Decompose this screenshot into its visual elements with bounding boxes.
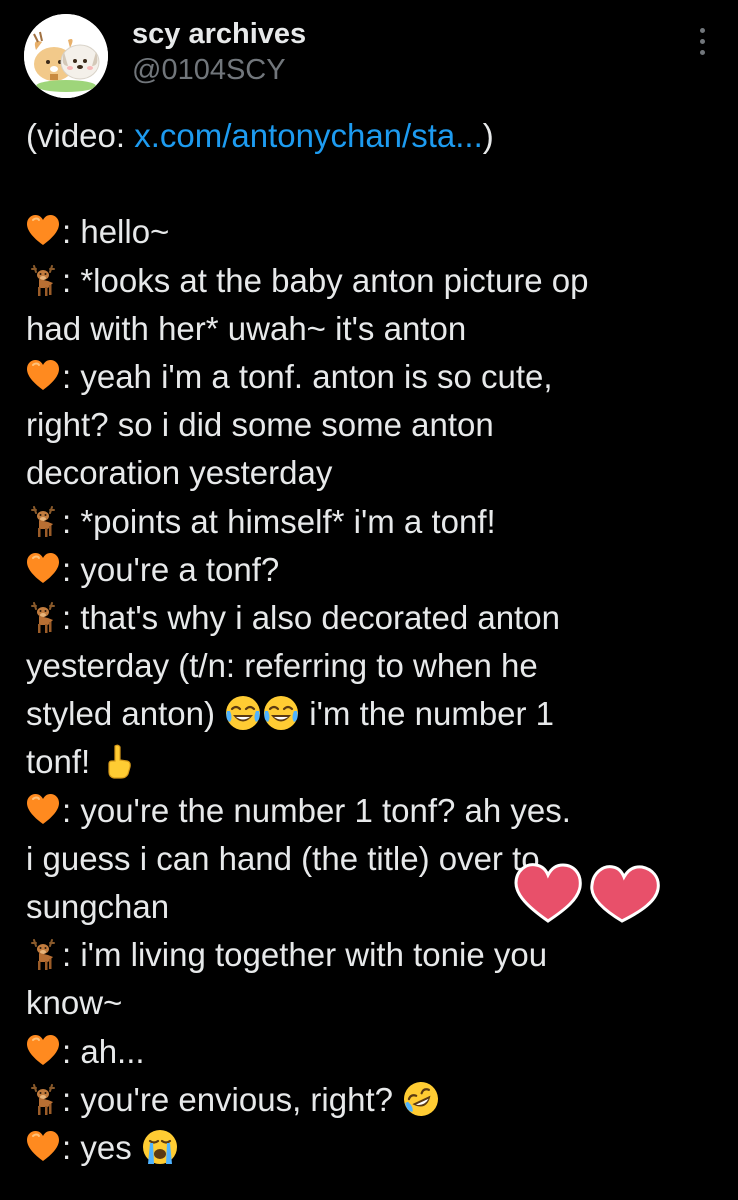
video-prefix: (video:: [26, 117, 135, 154]
deer-icon: [31, 939, 55, 972]
deer-icon: [31, 1083, 55, 1116]
line-text: right? so i did some some anton: [26, 406, 494, 444]
orange-heart-icon: [26, 1129, 60, 1162]
line-text: : you're envious, right?: [62, 1080, 403, 1118]
account-names[interactable]: scy archives @0104SCY: [132, 16, 306, 88]
orange-heart-icon: [26, 551, 60, 584]
dialogue-line: right? so i did some some anton: [26, 401, 716, 449]
dialogue-line: styled anton) i'm the number 1: [26, 690, 716, 738]
dialogue-line: had with her* uwah~ it's anton: [26, 305, 716, 353]
line-text: : yeah i'm a tonf. anton is so cute,: [62, 357, 553, 395]
tweet-header: scy archives @0104SCY: [24, 14, 714, 104]
line-text: : *looks at the baby anton picture op: [62, 261, 589, 299]
tweet-text: (video: x.com/antonychan/sta...) : hello…: [26, 112, 716, 1172]
tears-of-joy-icon: [225, 695, 262, 732]
line-text: had with her* uwah~ it's anton: [26, 309, 467, 347]
video-suffix: ): [482, 117, 494, 154]
rolling-on-floor-laughing-icon: [402, 1079, 441, 1118]
dialogue-line: : hello~: [26, 208, 716, 256]
video-line: (video: x.com/antonychan/sta...): [26, 112, 716, 160]
pink-hearts-sticker-icon: [514, 863, 660, 923]
orange-heart-icon: [26, 1033, 60, 1066]
line-text: : *points at himself* i'm a tonf!: [62, 502, 496, 540]
video-link[interactable]: x.com/antonychan/sta...: [134, 117, 483, 154]
line-text: yesterday (t/n: referring to when he: [26, 647, 538, 685]
deer-icon: [31, 505, 55, 538]
line-text: decoration yesterday: [26, 454, 333, 492]
deer-icon: [31, 601, 55, 634]
dialogue-line: : *points at himself* i'm a tonf!: [26, 498, 716, 546]
handle[interactable]: @0104SCY: [132, 52, 306, 88]
dialogue-line: yesterday (t/n: referring to when he: [26, 642, 716, 690]
line-text: : hello~: [62, 213, 170, 251]
deer-icon: [31, 264, 55, 297]
puppy-duo-avatar-icon: [24, 14, 108, 98]
dialogue-line: know~: [26, 979, 716, 1027]
line-text: : that's why i also decorated anton: [62, 598, 560, 636]
line-text: : i'm living together with tonie you: [62, 936, 548, 974]
dialogue-line: : yes: [26, 1124, 716, 1172]
dialogue-line: : that's why i also decorated anton: [26, 594, 716, 642]
more-vertical-icon[interactable]: [692, 28, 712, 62]
line-text: i guess i can hand (the title) over to: [26, 839, 540, 877]
dialogue-line: tonf!: [26, 738, 716, 786]
line-text: : you're the number 1 tonf? ah yes.: [62, 791, 571, 829]
dialogue-line: decoration yesterday: [26, 449, 716, 497]
index-pointing-up-icon: [108, 745, 132, 780]
line-text: styled anton): [26, 695, 225, 733]
loudly-crying-icon: [141, 1128, 178, 1166]
tears-of-joy-icon: [263, 695, 300, 732]
dialogue-line: : yeah i'm a tonf. anton is so cute,: [26, 353, 716, 401]
dialogue-line: : ah...: [26, 1028, 716, 1076]
orange-heart-icon: [26, 792, 60, 825]
line-text: tonf!: [26, 743, 100, 781]
orange-heart-icon: [26, 358, 60, 391]
line-text: : you're a tonf?: [62, 550, 280, 588]
display-name[interactable]: scy archives: [132, 16, 306, 52]
line-text: sungchan: [26, 888, 170, 925]
dialogue-line: : *looks at the baby anton picture op: [26, 257, 716, 305]
line-text: : yes: [62, 1128, 141, 1166]
line-text: i'm the number 1: [300, 695, 555, 733]
dialogue-line: : you're a tonf?: [26, 546, 716, 594]
orange-heart-icon: [26, 214, 60, 247]
dialogue-line: : you're the number 1 tonf? ah yes.: [26, 787, 716, 835]
dialogue-line: : you're envious, right?: [26, 1076, 716, 1124]
line-text: know~: [26, 984, 123, 1022]
avatar[interactable]: [24, 14, 108, 98]
line-text: : ah...: [62, 1032, 145, 1070]
dialogue-line: : i'm living together with tonie you: [26, 931, 716, 979]
